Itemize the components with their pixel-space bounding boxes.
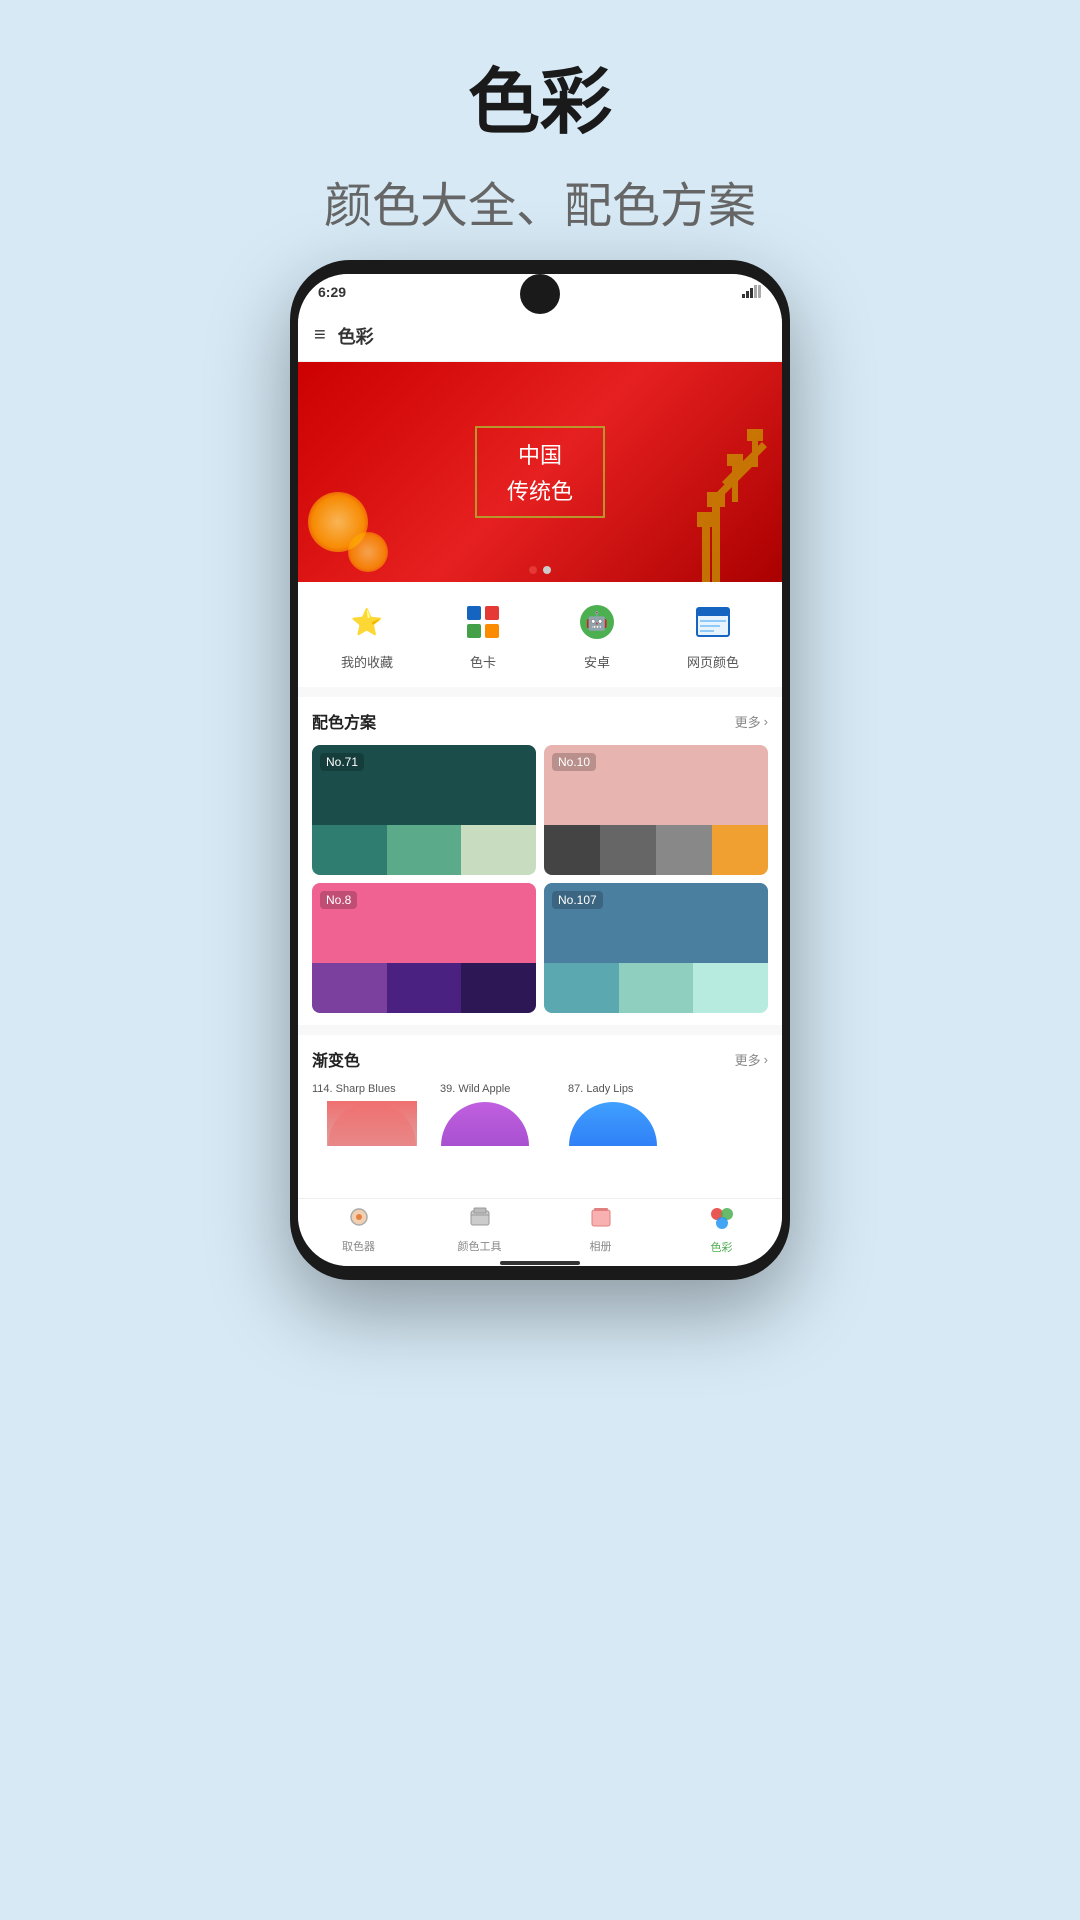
phone-frame: 6:29 ⚙ A ≡ 色彩 — [290, 260, 790, 1280]
page-title-main: 色彩 — [0, 60, 1080, 146]
color-app-icon — [709, 1204, 735, 1236]
color-tool-icon — [468, 1205, 492, 1235]
color-picker-icon — [347, 1205, 371, 1235]
page-title-sub: 颜色大全、配色方案 — [0, 166, 1080, 236]
svg-text:🤖: 🤖 — [586, 610, 608, 631]
swatch-107-3 — [693, 963, 768, 1013]
swatch-10-3 — [656, 825, 712, 875]
palette-number-107: No.107 — [552, 891, 603, 909]
color-tool-label: 颜色工具 — [458, 1238, 502, 1254]
palette-bottom-10 — [544, 825, 768, 875]
favorites-label: 我的收藏 — [341, 652, 393, 671]
app-bar-title: 色彩 — [338, 323, 374, 349]
banner-content: 中国 传统色 — [298, 362, 782, 582]
chevron-right-icon: › — [764, 714, 768, 729]
banner-dot-2 — [543, 566, 551, 574]
wild-apple-svg — [440, 1101, 530, 1191]
swatch-71-2 — [387, 825, 462, 875]
gradient-lady-lips[interactable]: 87. Lady Lips — [568, 1083, 688, 1196]
swatch-10-2 — [600, 825, 656, 875]
swatch-10-1 — [544, 825, 600, 875]
web-color-label: 网页颜色 — [687, 652, 739, 671]
banner-line2: 传统色 — [507, 474, 573, 506]
gradient-section-header: 渐变色 更多 › — [312, 1047, 768, 1071]
palette-grid: No.71 No. — [312, 745, 768, 1013]
web-color-icon — [689, 598, 737, 646]
palette-bottom-8 — [312, 963, 536, 1013]
swatch-8-3 — [461, 963, 536, 1013]
color-card-label: 色卡 — [470, 652, 496, 671]
camera-notch — [520, 274, 560, 314]
album-label: 相册 — [590, 1238, 612, 1254]
gradient-wild-apple[interactable]: 39. Wild Apple — [440, 1083, 560, 1196]
gradient-list: 114. Sharp Blues — [312, 1083, 768, 1198]
swatch-107-1 — [544, 963, 619, 1013]
status-time: 6:29 — [318, 284, 346, 300]
color-app-label: 色彩 — [711, 1239, 733, 1255]
banner-line1: 中国 — [507, 438, 573, 470]
palette-number-10: No.10 — [552, 753, 596, 771]
gradient-section-title: 渐变色 — [312, 1047, 360, 1071]
page-header: 色彩 颜色大全、配色方案 — [0, 0, 1080, 276]
great-wall-svg — [632, 382, 782, 582]
swatch-8-1 — [312, 963, 387, 1013]
sharp-blues-svg — [327, 1101, 417, 1146]
nav-color-picker[interactable]: 取色器 — [298, 1205, 419, 1254]
phone-screen: 6:29 ⚙ A ≡ 色彩 — [298, 274, 782, 1266]
nav-album[interactable]: 相册 — [540, 1205, 661, 1254]
sharp-blues-label: 114. Sharp Blues — [312, 1083, 432, 1095]
nav-web-color[interactable]: 网页颜色 — [687, 598, 739, 671]
lady-lips-svg — [568, 1101, 658, 1191]
album-icon — [589, 1205, 613, 1235]
firework-deco-2 — [348, 532, 388, 572]
swatch-10-4 — [712, 825, 768, 875]
bottom-nav: 取色器 颜色工具 — [298, 1198, 782, 1260]
nav-android[interactable]: 🤖 安卓 — [573, 598, 621, 671]
home-bar — [298, 1260, 782, 1266]
swatch-107-2 — [619, 963, 694, 1013]
android-icon: 🤖 — [573, 598, 621, 646]
banner-dots — [529, 566, 551, 574]
chevron-right-icon-gradient: › — [764, 1052, 768, 1067]
palette-more-btn[interactable]: 更多 › — [735, 712, 768, 731]
sharp-blues-circle — [327, 1101, 417, 1146]
page-bg: 色彩 颜色大全、配色方案 6:29 ⚙ A — [0, 0, 1080, 1920]
favorites-icon: ⭐ — [343, 598, 391, 646]
palette-section: 配色方案 更多 › No.71 — [298, 697, 782, 1025]
android-label: 安卓 — [584, 652, 610, 671]
nav-color-tool[interactable]: 颜色工具 — [419, 1205, 540, 1254]
swatch-8-2 — [387, 963, 462, 1013]
palette-number-71: No.71 — [320, 753, 364, 771]
banner-text-box: 中国 传统色 — [475, 426, 605, 518]
palette-card-10[interactable]: No.10 — [544, 745, 768, 875]
color-card-icon — [459, 598, 507, 646]
palette-card-107[interactable]: No.107 — [544, 883, 768, 1013]
palette-card-71[interactable]: No.71 — [312, 745, 536, 875]
gradient-sharp-blues[interactable]: 114. Sharp Blues — [312, 1083, 432, 1196]
palette-section-header: 配色方案 更多 › — [312, 709, 768, 733]
palette-card-8[interactable]: No.8 — [312, 883, 536, 1013]
nav-color-app[interactable]: 色彩 — [661, 1204, 782, 1255]
swatch-71-3 — [461, 825, 536, 875]
wild-apple-label: 39. Wild Apple — [440, 1083, 560, 1095]
banner[interactable]: 中国 传统色 — [298, 362, 782, 582]
app-bar: ≡ 色彩 — [298, 310, 782, 362]
palette-number-8: No.8 — [320, 891, 357, 909]
menu-icon[interactable]: ≡ — [314, 324, 326, 347]
palette-bottom-107 — [544, 963, 768, 1013]
nav-color-card[interactable]: 色卡 — [459, 598, 507, 671]
scroll-content[interactable]: 中国 传统色 ⭐ 我的收藏 — [298, 362, 782, 1198]
gradient-more-btn[interactable]: 更多 › — [735, 1050, 768, 1069]
swatch-71-1 — [312, 825, 387, 875]
signal-icon — [742, 284, 762, 301]
palette-bottom-71 — [312, 825, 536, 875]
palette-section-title: 配色方案 — [312, 709, 376, 733]
gradient-section: 渐变色 更多 › 114. Sharp Blues — [298, 1035, 782, 1198]
banner-dot-1 — [529, 566, 537, 574]
lady-lips-label: 87. Lady Lips — [568, 1083, 688, 1095]
color-picker-label: 取色器 — [342, 1238, 375, 1254]
home-indicator — [500, 1261, 580, 1265]
quick-nav: ⭐ 我的收藏 色卡 — [298, 582, 782, 687]
nav-favorites[interactable]: ⭐ 我的收藏 — [341, 598, 393, 671]
